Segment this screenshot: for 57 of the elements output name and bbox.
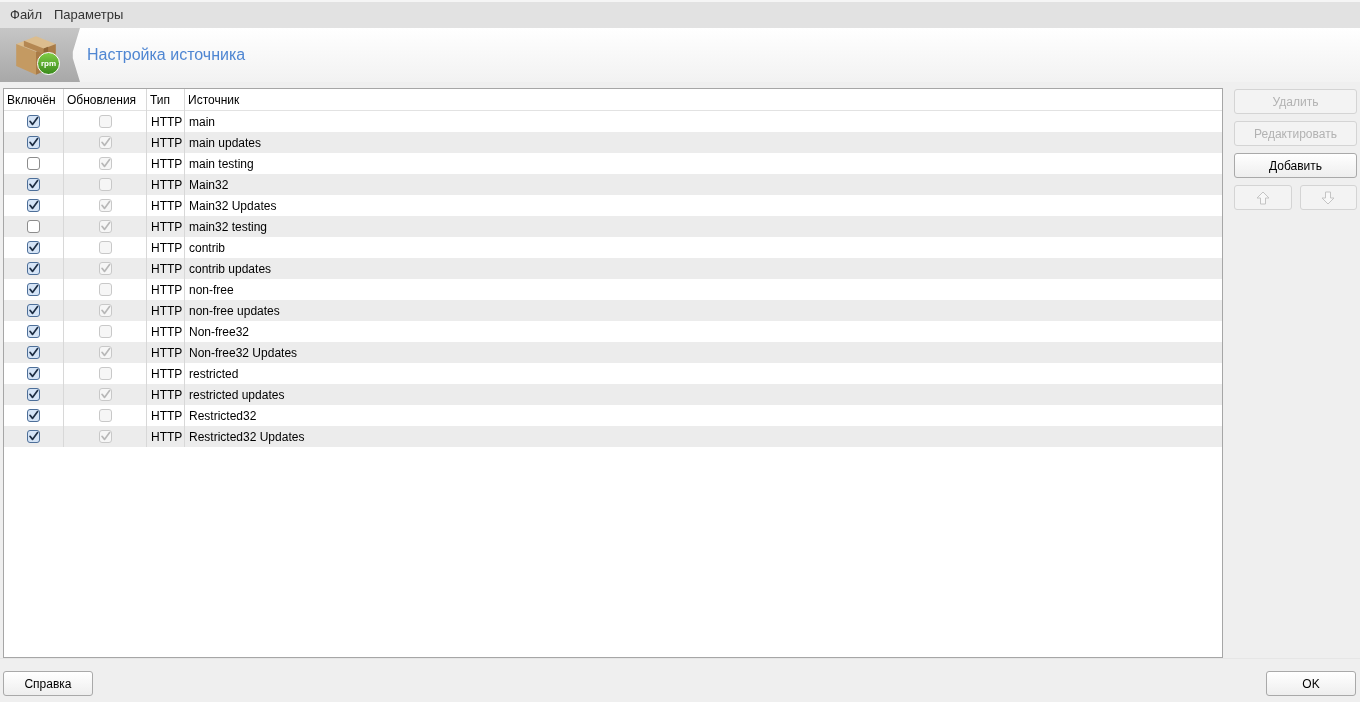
table-cell-text: main updates bbox=[189, 134, 262, 152]
table-cell-text: HTTP bbox=[151, 197, 183, 215]
menu-item[interactable]: Файл bbox=[4, 3, 48, 27]
table-cell-text: HTTP bbox=[151, 386, 183, 404]
checkbox[interactable] bbox=[27, 136, 40, 149]
table-cell-text: Main32 Updates bbox=[189, 197, 277, 215]
table-cell-text: Non-free32 Updates bbox=[189, 344, 298, 362]
checkbox[interactable] bbox=[27, 388, 40, 401]
checkbox[interactable] bbox=[27, 241, 40, 254]
checkbox[interactable] bbox=[27, 325, 40, 338]
checkbox[interactable] bbox=[27, 304, 40, 317]
table-cell-text: Restricted32 Updates bbox=[189, 428, 305, 446]
menu-item[interactable]: Параметры bbox=[47, 3, 130, 27]
table-cell-text: contrib bbox=[189, 239, 226, 257]
table-cell-text: HTTP bbox=[151, 260, 183, 278]
checkbox[interactable] bbox=[27, 178, 40, 191]
checkbox[interactable] bbox=[27, 283, 40, 296]
checkbox[interactable] bbox=[27, 157, 40, 170]
table-cell-text: main testing bbox=[189, 155, 254, 173]
down-arrow-icon bbox=[1321, 190, 1336, 205]
table-cell-text: HTTP bbox=[151, 155, 183, 173]
table-cell-text: HTTP bbox=[151, 113, 183, 131]
table-cell-text: Restricted32 bbox=[189, 407, 257, 425]
checkbox[interactable] bbox=[27, 430, 40, 443]
checkbox[interactable] bbox=[27, 262, 40, 275]
up-arrow-icon bbox=[1255, 190, 1270, 205]
table-cell-text: HTTP bbox=[151, 134, 183, 152]
table-cell-text: non-free updates bbox=[189, 302, 280, 320]
table-cell-text: HTTP bbox=[151, 281, 183, 299]
table-cell-text: contrib updates bbox=[189, 260, 272, 278]
table-cell-text: non-free bbox=[189, 281, 234, 299]
ok-button[interactable]: OK bbox=[1266, 671, 1356, 696]
table-cell-text: HTTP bbox=[151, 344, 183, 362]
table-cell-text: main32 testing bbox=[189, 218, 268, 236]
table-cell-text: HTTP bbox=[151, 323, 183, 341]
table-cell-text: HTTP bbox=[151, 407, 183, 425]
checkbox[interactable] bbox=[27, 409, 40, 422]
table-cell-text: restricted updates bbox=[189, 386, 285, 404]
checkbox[interactable] bbox=[27, 367, 40, 380]
checkbox[interactable] bbox=[27, 220, 40, 233]
table-cell-text: main bbox=[189, 113, 215, 131]
column-header[interactable]: Источник bbox=[185, 89, 1222, 111]
checkbox[interactable] bbox=[27, 115, 40, 128]
table-cell-text: HTTP bbox=[151, 239, 183, 257]
table-cell-text: HTTP bbox=[151, 176, 183, 194]
checkbox[interactable] bbox=[27, 346, 40, 359]
table-cell-text: Main32 bbox=[189, 176, 229, 194]
table-cell-text: HTTP bbox=[151, 428, 183, 446]
table-cell-text: HTTP bbox=[151, 218, 183, 236]
table-cell-text: HTTP bbox=[151, 302, 183, 320]
table-cell-text: HTTP bbox=[151, 365, 183, 383]
table-cell-text: restricted bbox=[189, 365, 239, 383]
page-title: Настройка источника bbox=[87, 45, 246, 65]
help-button[interactable]: Справка bbox=[3, 671, 93, 696]
action-button[interactable]: Добавить bbox=[1234, 153, 1357, 178]
checkbox[interactable] bbox=[27, 199, 40, 212]
table-cell-text: Non-free32 bbox=[189, 323, 250, 341]
